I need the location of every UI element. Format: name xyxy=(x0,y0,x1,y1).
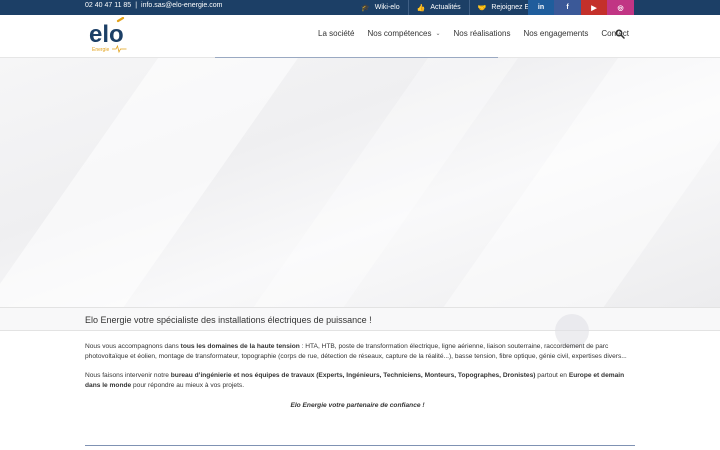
email-link[interactable]: info.sas@elo-energie.com xyxy=(141,2,222,9)
top-link-actualites[interactable]: 👍 Actualités xyxy=(407,0,469,15)
intro-paragraph-2: Nous faisons intervenir notre bureau d’i… xyxy=(85,371,630,391)
hero-banner xyxy=(0,58,720,307)
intro-content: Nous vous accompagnons dans tous les dom… xyxy=(85,342,630,420)
text-run: partout en xyxy=(535,372,569,380)
phone-link[interactable]: 02 40 47 11 85 xyxy=(85,2,131,9)
handshake-icon: 🤝 xyxy=(477,4,487,12)
nav-item-societe[interactable]: La société xyxy=(318,29,354,38)
contact-info: 02 40 47 11 85 | info.sas@elo-energie.com xyxy=(85,2,222,9)
search-icon[interactable] xyxy=(615,29,625,39)
text-run-bold: bureau d’ingénierie et nos équipes de tr… xyxy=(170,372,536,380)
facebook-icon[interactable]: f xyxy=(554,0,581,15)
site-header: elo Energie La société Nos compétences ⌄ … xyxy=(0,15,720,58)
thumbs-up-icon: 👍 xyxy=(416,4,426,12)
nav-item-competences[interactable]: Nos compétences ⌄ xyxy=(367,29,440,38)
top-bar: 02 40 47 11 85 | info.sas@elo-energie.com … xyxy=(0,0,720,15)
hero-decor xyxy=(0,58,327,307)
text-run: pour répondre au mieux à vos projets. xyxy=(131,382,245,390)
linkedin-icon[interactable]: in xyxy=(528,0,554,15)
youtube-icon[interactable]: ▶ xyxy=(581,0,607,15)
elo-logo[interactable]: elo Energie xyxy=(88,17,138,55)
nav-label: La société xyxy=(318,29,355,38)
intro-paragraph-1: Nous vous accompagnons dans tous les dom… xyxy=(85,342,630,362)
nav-item-engagements[interactable]: Nos engagements xyxy=(523,29,588,38)
graduation-cap-icon: 🎓 xyxy=(361,4,370,12)
nav-item-realisations[interactable]: Nos réalisations xyxy=(454,29,511,38)
section-divider xyxy=(85,445,635,446)
logo-sub: Energie xyxy=(92,47,109,53)
top-link-label: Actualités xyxy=(430,4,461,11)
chevron-down-icon: ⌄ xyxy=(435,31,441,37)
nav-label: Nos réalisations xyxy=(453,29,511,38)
top-link-wiki[interactable]: 🎓 Wiki-elo xyxy=(353,0,408,15)
nav-label: Nos engagements xyxy=(523,29,589,38)
text-run: Nous faisons intervenir notre xyxy=(85,372,171,380)
main-nav: La société Nos compétences ⌄ Nos réalisat… xyxy=(318,29,642,38)
top-link-label: Wiki-elo xyxy=(374,4,400,11)
top-links: 🎓 Wiki-elo 👍 Actualités 🤝 Rejoignez ELO xyxy=(353,0,547,15)
text-run: Nous vous accompagnons dans xyxy=(85,343,181,350)
instagram-icon[interactable]: ◎ xyxy=(607,0,634,15)
contact-separator: | xyxy=(135,2,138,9)
page-title: Elo Energie votre spécialiste des instal… xyxy=(85,315,372,325)
text-run-bold: tous les domaines de la haute tension xyxy=(180,343,300,350)
tagline-band: Elo Energie votre spécialiste des instal… xyxy=(0,307,720,348)
logo-word: elo xyxy=(89,21,124,48)
social-links: in f ▶ ◎ xyxy=(528,0,634,15)
nav-label: Nos compétences xyxy=(367,29,432,38)
slogan: Elo Energie votre partenaire de confianc… xyxy=(290,401,425,409)
